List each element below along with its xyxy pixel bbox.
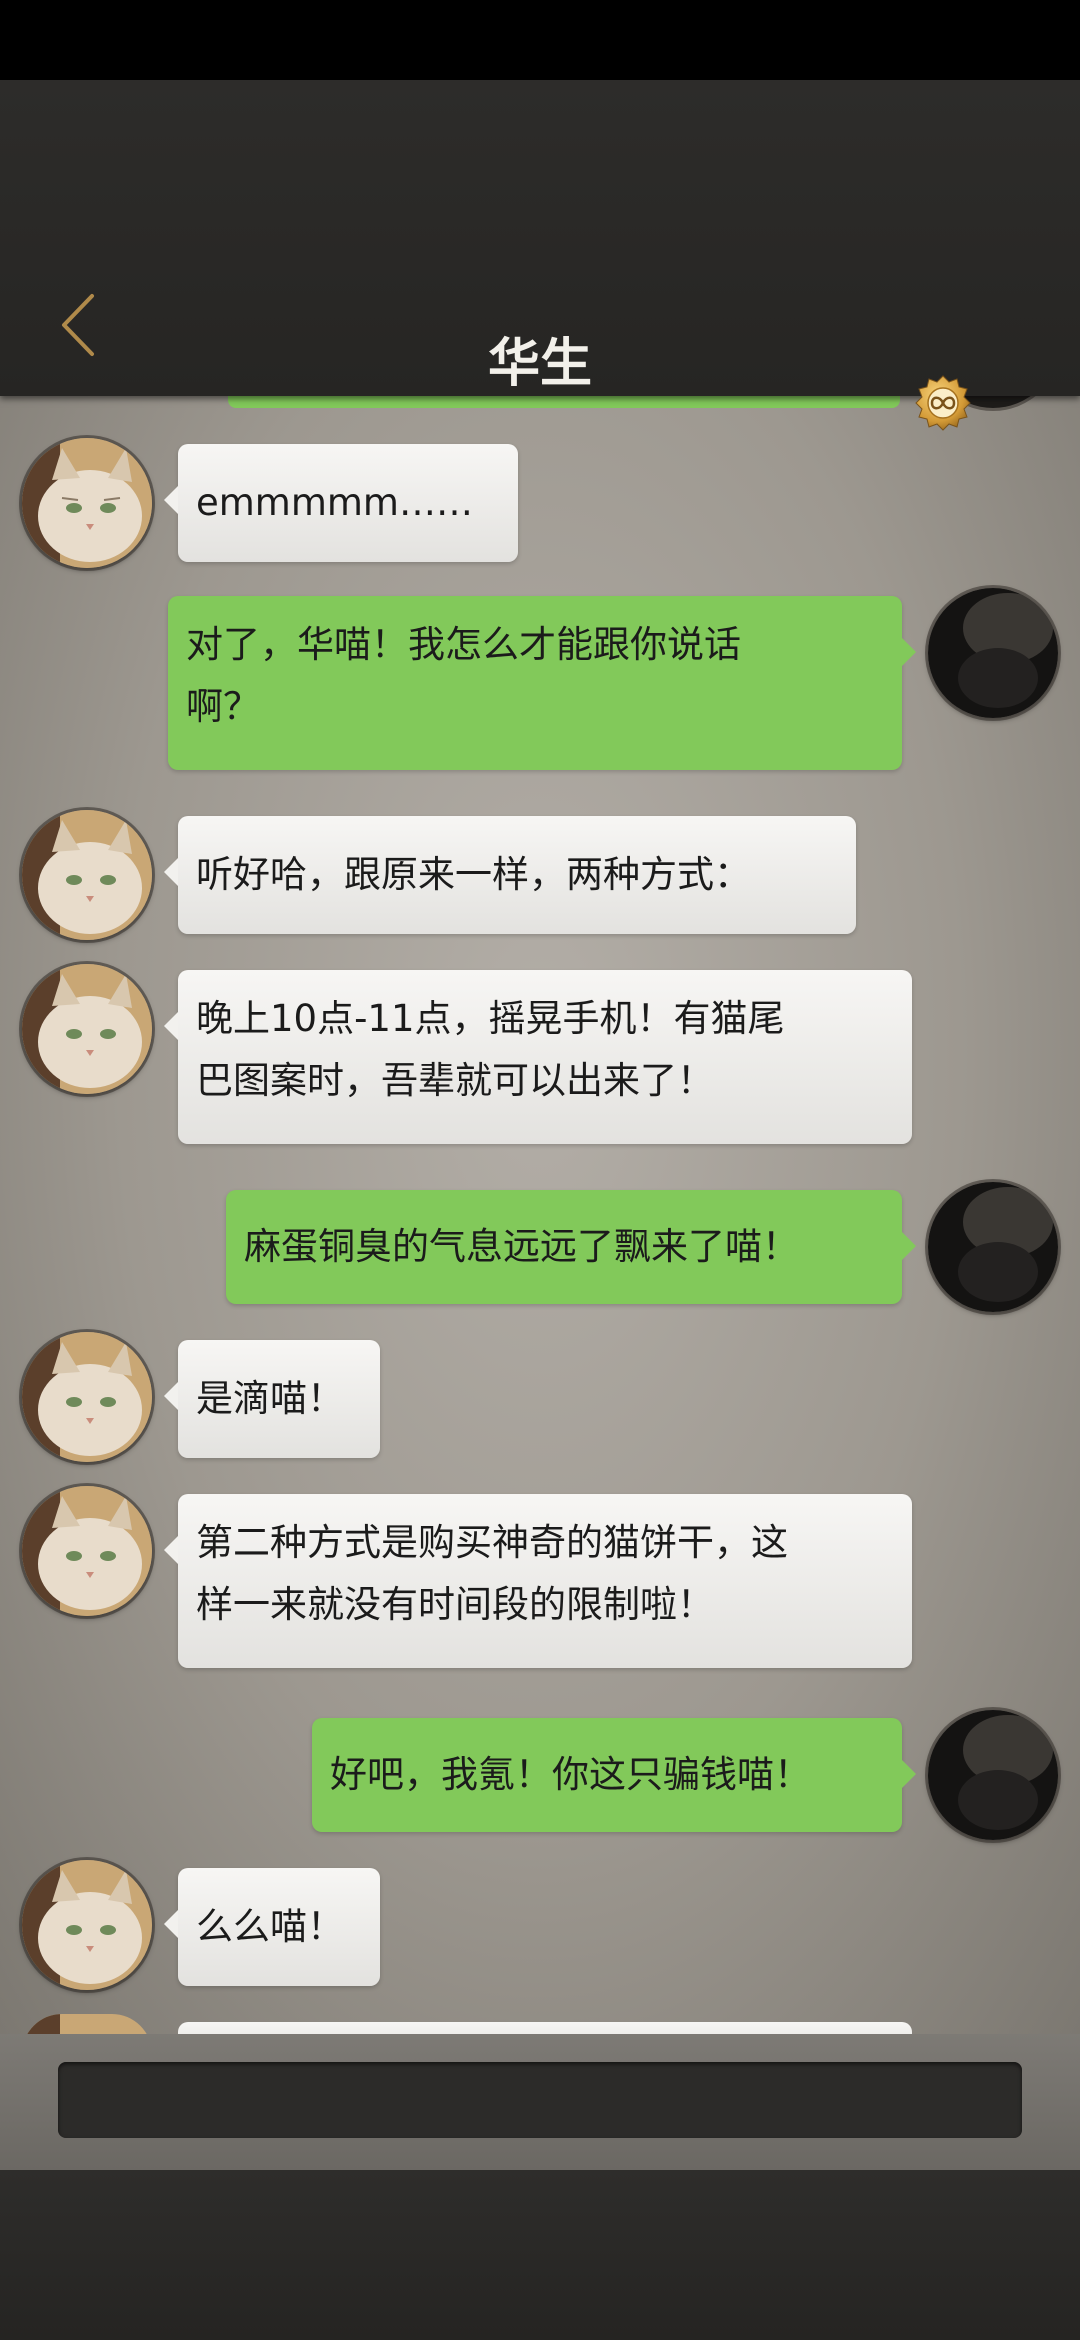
message-text: emmmmm…… bbox=[196, 481, 473, 524]
my-avatar-icon bbox=[928, 588, 1058, 718]
my-avatar-icon bbox=[928, 1182, 1058, 1312]
message-text-line: 对了，华喵！我怎么才能跟你说话 bbox=[186, 623, 741, 666]
cat-message-bubble[interactable]: 是滴喵！ bbox=[164, 1340, 380, 1458]
cat-avatar[interactable] bbox=[22, 1860, 152, 1990]
my-avatar[interactable] bbox=[928, 588, 1058, 718]
cat-avatar-icon bbox=[22, 1860, 152, 1990]
cat-avatar[interactable] bbox=[22, 964, 152, 1094]
status-bar bbox=[0, 0, 1080, 80]
cat-message-bubble[interactable]: emmmmm…… bbox=[164, 444, 518, 562]
cat-message-bubble[interactable]: 第二种方式是购买神奇的猫饼干，这 样一来就没有时间段的限制啦！ bbox=[164, 1494, 912, 1668]
my-avatar[interactable] bbox=[928, 1710, 1058, 1840]
message-text: 好吧，我氪！你这只骗钱喵！ bbox=[330, 1753, 811, 1796]
message-text-line: 第二种方式是购买神奇的猫饼干，这 bbox=[196, 1521, 788, 1564]
message-text-line: 晚上10点-11点，摇晃手机！有猫尾 bbox=[196, 997, 785, 1040]
my-message-bubble[interactable]: 麻蛋铜臭的气息远远了飘来了喵！ bbox=[226, 1190, 916, 1304]
message-text: 么么喵！ bbox=[196, 1905, 344, 1948]
next-message-bubble-partial bbox=[178, 2022, 912, 2034]
input-bar bbox=[0, 2034, 1080, 2170]
my-avatar[interactable] bbox=[928, 1182, 1058, 1312]
my-message-bubble[interactable]: 对了，华喵！我怎么才能跟你说话 啊？ bbox=[168, 596, 916, 770]
chat-message-list[interactable]: emmmmm…… 对了，华喵！我怎么才能跟你说话 啊？ 听好哈，跟原来一样，两种… bbox=[0, 396, 1080, 2034]
cat-avatar-icon bbox=[22, 438, 152, 568]
my-message-bubble[interactable]: 好吧，我氪！你这只骗钱喵！ bbox=[312, 1718, 916, 1832]
message-text-line: 样一来就没有时间段的限制啦！ bbox=[196, 1583, 714, 1626]
cat-avatar[interactable] bbox=[22, 438, 152, 568]
message-input[interactable] bbox=[58, 2062, 1022, 2138]
message-text-line: 巴图案时，吾辈就可以出来了！ bbox=[196, 1059, 714, 1102]
infinity-coin-icon bbox=[915, 375, 971, 431]
cat-message-bubble[interactable]: 听好哈，跟原来一样，两种方式： bbox=[164, 816, 856, 934]
message-text-line: 啊？ bbox=[186, 685, 260, 728]
bottom-panel bbox=[0, 2170, 1080, 2340]
cat-avatar-icon bbox=[22, 964, 152, 1094]
message-text: 听好哈，跟原来一样，两种方式： bbox=[196, 853, 751, 896]
message-text: 麻蛋铜臭的气息远远了飘来了喵！ bbox=[244, 1225, 799, 1268]
cat-avatar-icon bbox=[22, 2014, 152, 2034]
cat-message-bubble[interactable]: 晚上10点-11点，摇晃手机！有猫尾 巴图案时，吾辈就可以出来了！ bbox=[164, 970, 912, 1144]
cat-avatar[interactable] bbox=[22, 810, 152, 940]
cat-avatar-icon bbox=[22, 1332, 152, 1462]
chat-header: 华生 bbox=[0, 80, 1080, 431]
cat-avatar[interactable] bbox=[22, 1486, 152, 1616]
coin-button[interactable] bbox=[914, 374, 972, 432]
cat-avatar-icon bbox=[22, 810, 152, 940]
my-avatar-icon bbox=[928, 1710, 1058, 1840]
cat-avatar[interactable] bbox=[22, 1332, 152, 1462]
cat-avatar-icon bbox=[22, 1486, 152, 1616]
cat-avatar-partial bbox=[22, 2014, 152, 2034]
cat-message-bubble[interactable]: 么么喵！ bbox=[164, 1868, 380, 1986]
message-text: 是滴喵！ bbox=[196, 1377, 344, 1420]
